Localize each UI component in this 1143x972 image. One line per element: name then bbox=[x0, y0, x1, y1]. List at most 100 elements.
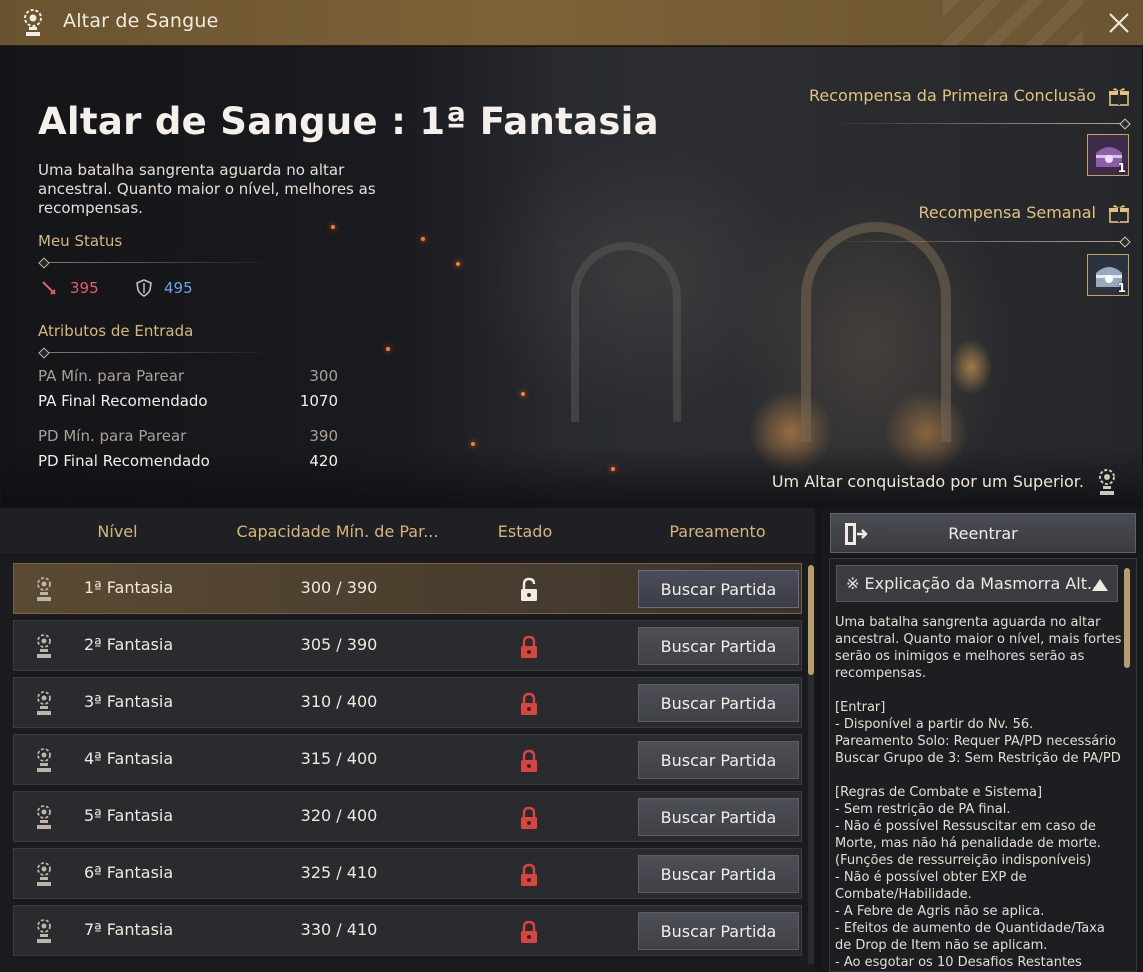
table-row[interactable]: 1ª Fantasia 300 / 390 Buscar Partida bbox=[13, 563, 802, 614]
attribute-label: PA Mín. para Parear bbox=[38, 367, 185, 385]
attribute-row: PD Final Recomendado 420 bbox=[38, 452, 338, 470]
find-match-button[interactable]: Buscar Partida bbox=[638, 912, 799, 950]
altar-icon bbox=[37, 748, 51, 772]
level-name: 2ª Fantasia bbox=[84, 635, 174, 654]
table-row[interactable]: 6ª Fantasia 325 / 410 Buscar Partida bbox=[13, 848, 802, 899]
table-row[interactable]: 5ª Fantasia 320 / 400 Buscar Partida bbox=[13, 791, 802, 842]
exit-door-icon bbox=[845, 523, 868, 545]
altar-icon bbox=[37, 919, 51, 943]
gift-icon bbox=[1109, 205, 1129, 223]
list-scrollbar[interactable] bbox=[808, 565, 814, 965]
altar-icon bbox=[24, 9, 42, 36]
column-header-capacity: Capacidade Mín. de Par... bbox=[236, 522, 439, 541]
altar-icon bbox=[37, 862, 51, 886]
attack-power-value: 395 bbox=[70, 279, 99, 297]
background-arch-right bbox=[801, 222, 951, 442]
attack-power-stat: 395 bbox=[40, 279, 99, 297]
list-scrollbar-thumb[interactable] bbox=[808, 565, 814, 675]
altar-icon bbox=[37, 691, 51, 715]
lock-icon bbox=[521, 806, 537, 829]
attribute-value: 390 bbox=[309, 427, 338, 445]
window-title: Altar de Sangue bbox=[63, 10, 219, 32]
dungeon-description: Uma batalha sangrenta aguarda no altar a… bbox=[38, 161, 376, 217]
divider bbox=[826, 123, 1126, 124]
info-header-toggle[interactable]: ※ Explicação da Masmorra Alt... bbox=[836, 565, 1118, 602]
level-list: 1ª Fantasia 300 / 390 Buscar Partida 2ª … bbox=[0, 556, 815, 972]
table-row[interactable]: 3ª Fantasia 310 / 400 Buscar Partida bbox=[13, 677, 802, 728]
lock-icon bbox=[521, 749, 537, 772]
table-header: Nível Capacidade Mín. de Par... Estado P… bbox=[0, 508, 815, 554]
weekly-reward-item[interactable]: 1 bbox=[1087, 254, 1129, 296]
attribute-label: PA Final Recomendado bbox=[38, 392, 208, 410]
find-match-button[interactable]: Buscar Partida bbox=[638, 741, 799, 779]
ember bbox=[331, 225, 335, 229]
attribute-row: PD Mín. para Parear 390 bbox=[38, 427, 338, 445]
min-capacity: 305 / 390 bbox=[300, 635, 378, 654]
reenter-button[interactable]: Reentrar bbox=[830, 513, 1136, 553]
ember bbox=[611, 467, 615, 471]
ember bbox=[471, 442, 475, 446]
first-clear-reward-label: Recompensa da Primeira Conclusão bbox=[809, 86, 1096, 105]
column-header-matching: Pareamento bbox=[669, 522, 766, 541]
my-status-label: Meu Status bbox=[38, 232, 123, 250]
ember bbox=[456, 262, 460, 266]
divider bbox=[43, 352, 273, 353]
attribute-value: 300 bbox=[309, 367, 338, 385]
attribute-value: 420 bbox=[309, 452, 338, 470]
info-scrollbar-thumb[interactable] bbox=[1124, 568, 1130, 668]
attribute-row: PA Mín. para Parear 300 bbox=[38, 367, 338, 385]
min-capacity: 330 / 410 bbox=[300, 920, 378, 939]
level-name: 4ª Fantasia bbox=[84, 749, 174, 768]
level-name: 7ª Fantasia bbox=[84, 920, 174, 939]
altar-icon bbox=[1099, 469, 1115, 495]
title-bar: Altar de Sangue bbox=[0, 0, 1143, 46]
entry-attributes-label: Atributos de Entrada bbox=[38, 322, 194, 340]
dungeon-title: Altar de Sangue : 1ª Fantasia bbox=[38, 100, 659, 143]
lock-icon bbox=[521, 692, 537, 715]
level-name: 1ª Fantasia bbox=[84, 578, 174, 597]
altar-occupied-text: Um Altar conquistado por um Superior. bbox=[771, 472, 1084, 491]
reward-count: 1 bbox=[1117, 281, 1126, 295]
background-arch-left bbox=[571, 242, 681, 422]
find-match-button[interactable]: Buscar Partida bbox=[638, 684, 799, 722]
find-match-button[interactable]: Buscar Partida bbox=[638, 627, 799, 665]
table-row[interactable]: 2ª Fantasia 305 / 390 Buscar Partida bbox=[13, 620, 802, 671]
info-description: Uma batalha sangrenta aguarda no altar a… bbox=[835, 615, 1122, 970]
lock-icon bbox=[521, 920, 537, 943]
dungeon-info-box: ※ Explicação da Masmorra Alt... Uma bata… bbox=[829, 558, 1137, 972]
ember bbox=[421, 237, 425, 241]
table-row[interactable]: 7ª Fantasia 330 / 410 Buscar Partida bbox=[13, 905, 802, 956]
find-match-button[interactable]: Buscar Partida bbox=[638, 855, 799, 893]
attribute-row: PA Final Recomendado 1070 bbox=[38, 392, 338, 410]
min-capacity: 310 / 400 bbox=[300, 692, 378, 711]
altar-icon bbox=[37, 577, 51, 601]
column-header-state: Estado bbox=[497, 522, 553, 541]
find-match-button[interactable]: Buscar Partida bbox=[638, 798, 799, 836]
level-name: 5ª Fantasia bbox=[84, 806, 174, 825]
table-row[interactable]: 4ª Fantasia 315 / 400 Buscar Partida bbox=[13, 734, 802, 785]
lock-icon bbox=[521, 863, 537, 886]
level-name: 3ª Fantasia bbox=[84, 692, 174, 711]
attribute-label: PD Mín. para Parear bbox=[38, 427, 187, 445]
shield-icon bbox=[136, 279, 152, 297]
defense-power-value: 495 bbox=[164, 279, 193, 297]
min-capacity: 325 / 410 bbox=[300, 863, 378, 882]
altar-icon bbox=[37, 805, 51, 829]
divider bbox=[826, 241, 1126, 242]
divider bbox=[43, 262, 273, 263]
min-capacity: 320 / 400 bbox=[300, 806, 378, 825]
sword-icon bbox=[42, 281, 56, 295]
first-clear-reward-item[interactable]: 1 bbox=[1087, 134, 1129, 176]
column-header-level: Nível bbox=[97, 522, 138, 541]
ember bbox=[386, 347, 390, 351]
ember bbox=[521, 392, 525, 396]
collapse-arrow-icon bbox=[1092, 579, 1108, 591]
min-capacity: 300 / 390 bbox=[300, 578, 378, 597]
find-match-button[interactable]: Buscar Partida bbox=[638, 570, 799, 608]
close-icon[interactable] bbox=[1105, 9, 1133, 37]
unlocked-icon bbox=[521, 577, 537, 601]
info-title: ※ Explicação da Masmorra Alt... bbox=[846, 574, 1103, 593]
level-name: 6ª Fantasia bbox=[84, 863, 174, 882]
lock-icon bbox=[521, 635, 537, 658]
reward-count: 1 bbox=[1117, 161, 1126, 175]
